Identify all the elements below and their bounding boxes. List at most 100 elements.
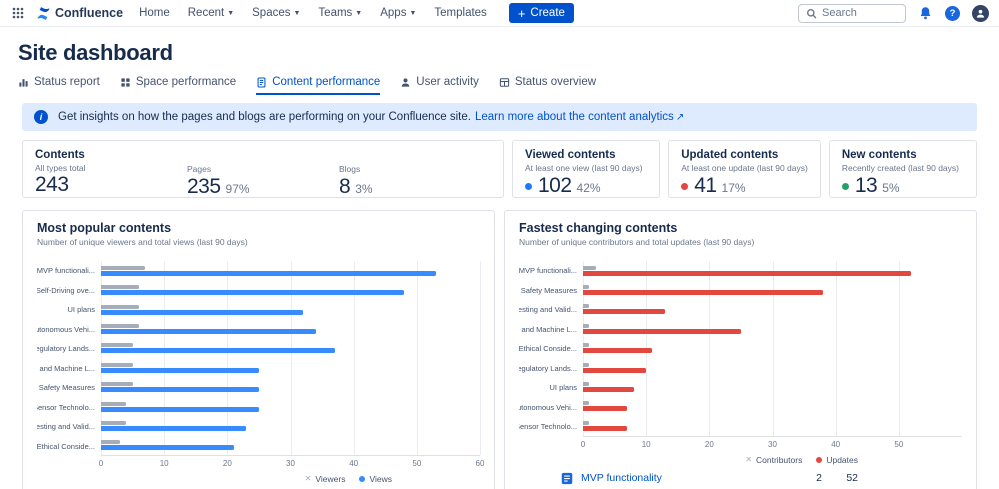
viewers-bar (101, 420, 127, 425)
tab-user-activity[interactable]: User activity (400, 76, 479, 95)
app-switcher-icon[interactable] (10, 5, 26, 21)
stat-percent: 42% (576, 181, 601, 195)
category-label: Autonomous Vehi... (37, 324, 95, 334)
info-banner: i Get insights on how the pages and blog… (22, 103, 977, 131)
updated-contents-card: Updated contents At least one update (la… (668, 140, 821, 198)
bar-group (583, 397, 962, 416)
dot-marker-icon (359, 476, 366, 482)
create-button[interactable]: + Create (508, 3, 574, 23)
notifications-icon[interactable] (918, 6, 933, 21)
views-bar (101, 425, 247, 431)
search-box[interactable] (798, 3, 906, 23)
page-icon (561, 472, 573, 485)
category-label: Safety Measures (38, 383, 95, 393)
help-icon[interactable]: ? (945, 5, 960, 21)
updates-bar (583, 406, 628, 412)
nav-item-label: Spaces (252, 7, 291, 19)
contributors-bar (583, 382, 590, 387)
contributors-bar (583, 362, 590, 367)
stat-title: Contents (35, 149, 85, 161)
stat-percent: 97% (225, 182, 250, 196)
nav-apps[interactable]: Apps ▼ (380, 7, 416, 19)
stat-title: Viewed contents (525, 149, 616, 161)
bar-group (101, 358, 480, 377)
viewers-bar (101, 323, 139, 328)
x-axis-tick: 0 (580, 439, 586, 449)
tab-space-performance[interactable]: Space performance (120, 76, 236, 95)
stat-subtitle: At least one view (last 90 days) (525, 163, 643, 173)
cross-marker-icon: ✕ (745, 454, 753, 464)
contributors-bar (583, 420, 590, 425)
category-label: UI plans (549, 383, 577, 393)
fastest-changing-contents-panel: Fastest changing contents Number of uniq… (504, 210, 977, 489)
bar-group (101, 319, 480, 338)
blogs-stat: Blogs 8 3% (339, 149, 491, 198)
primary-nav: Home Recent ▼ Spaces ▼ Teams ▼ Apps ▼ Templa… (139, 7, 487, 19)
chart-legend: ✕ Viewers Views (37, 474, 480, 484)
contributors-bar (583, 265, 596, 270)
cross-marker-icon: ✕ (304, 474, 312, 483)
legend-contributors: ✕ Contributors (745, 454, 803, 465)
banner-learn-more-link[interactable]: Learn more about the content analytics (475, 111, 674, 123)
nav-spaces[interactable]: Spaces ▼ (252, 7, 300, 19)
stat-subtitle: All types total (35, 163, 86, 173)
person-icon (401, 77, 410, 87)
updates-bar (583, 270, 912, 276)
contents-summary-card: Contents All types total 243 Pages 235 97… (22, 140, 504, 198)
bar-group (101, 436, 480, 455)
tab-status-overview[interactable]: Status overview (499, 76, 596, 95)
updates-bar (583, 348, 653, 354)
views-bar (101, 445, 234, 451)
stat-value: 243 (35, 173, 69, 196)
nav-item-label: Recent (187, 7, 225, 19)
views-bar (101, 309, 304, 315)
stat-title: New contents (841, 149, 917, 161)
bar-group (101, 397, 480, 416)
x-axis-tick: 50 (894, 439, 904, 449)
category-label: Sensor Technolo... (519, 422, 577, 432)
category-label: Regulatory Lands... (519, 363, 577, 373)
x-axis-tick: 10 (641, 439, 651, 449)
confluence-logo[interactable]: Confluence (36, 6, 123, 21)
bar-group (583, 339, 962, 358)
category-label: Testing and Valid... (37, 422, 95, 432)
panel-subtitle: Number of unique contributors and total … (519, 237, 755, 247)
contributors-bar (583, 304, 590, 309)
viewed-contents-card: Viewed contents At least one view (last … (512, 140, 661, 198)
plot-area: 0 10 20 30 40 50 (581, 261, 962, 449)
views-bar (101, 387, 259, 393)
create-button-label: Create (530, 7, 565, 19)
panel-title: Most popular contents (37, 221, 172, 235)
most-popular-contents-chart: MVP functionali... Self-Driving ove... UI … (37, 261, 484, 468)
nav-item-label: Teams (318, 7, 353, 19)
search-input[interactable] (822, 7, 898, 19)
content-link[interactable]: MVP functionality (581, 472, 662, 484)
contributors-bar (583, 343, 590, 348)
panel-title: Fastest changing contents (519, 221, 678, 235)
legend-views: Views (359, 474, 392, 484)
updates-bar (583, 367, 647, 373)
x-axis-tick: 40 (831, 439, 841, 449)
viewers-bar (101, 440, 120, 445)
stats-row: Contents All types total 243 Pages 235 97… (22, 140, 978, 198)
nav-recent[interactable]: Recent ▼ (188, 7, 234, 19)
tab-status-report[interactable]: Status report (18, 76, 100, 95)
nav-templates[interactable]: Templates (434, 7, 486, 19)
category-label: Regulatory Lands... (37, 344, 95, 354)
tab-content-performance[interactable]: Content performance (256, 76, 381, 95)
dot-marker-icon (816, 456, 823, 463)
viewers-bar (101, 265, 146, 270)
updates-bar (583, 309, 666, 315)
views-bar (101, 348, 335, 354)
updates-bar (583, 425, 628, 431)
nav-item-label: Apps (380, 7, 407, 19)
panel-subtitle: Number of unique viewers and total views… (37, 237, 248, 247)
category-label: Autonomous Vehi... (519, 402, 577, 412)
stat-percent: 3% (355, 182, 373, 196)
updates-bar (583, 328, 741, 334)
nav-teams[interactable]: Teams ▼ (318, 7, 362, 19)
nav-home[interactable]: Home (139, 7, 170, 19)
viewers-bar (101, 285, 139, 290)
pages-stat: Pages 235 97% (187, 149, 339, 198)
avatar[interactable] (972, 4, 989, 22)
